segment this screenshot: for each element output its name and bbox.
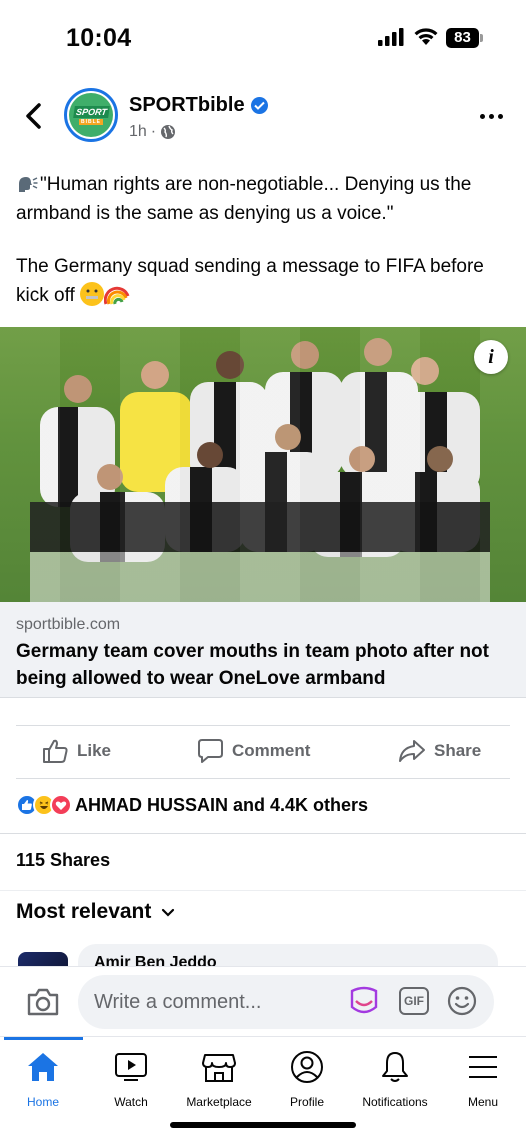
globe-icon [161,125,176,139]
nav-watch-label: Watch [114,1095,148,1109]
post-text: "Human rights are non-negotiable... Deny… [16,170,516,334]
speaking-head-icon [19,177,38,192]
home-icon [28,1053,58,1081]
page-avatar[interactable]: SPORT BIBLE [64,88,118,142]
nav-menu-label: Menu [467,1095,499,1109]
reactions-text: AHMAD HUSSAIN and 4.4K others [75,794,369,815]
avatar-logo-text: SPORT [72,105,110,118]
divider [0,833,526,834]
link-title: Germany team cover mouths in team photo … [16,641,489,689]
signal-icon [378,28,404,46]
comment-composer: GIF [0,966,526,1036]
nav-marketplace-label: Marketplace [186,1095,252,1109]
page-name-text: SPORTbible [129,94,245,116]
nav-marketplace[interactable]: Marketplace [174,1049,264,1109]
wifi-icon [414,28,438,45]
nav-home[interactable]: Home [0,1049,88,1109]
bell-icon [382,1052,408,1082]
link-domain: sportbible.com [16,616,121,633]
gif-button[interactable]: GIF [398,985,430,1017]
reactions-summary[interactable]: AHMAD HUSSAIN and 4.4K others [16,794,368,816]
sort-label: Most relevant [16,900,152,923]
avatar-sticker-icon [350,986,378,1014]
post-meta: 1h · [129,123,176,141]
comment-bubble-icon [198,739,223,763]
nav-home-label: Home [26,1095,59,1109]
nav-menu[interactable]: Menu [438,1049,526,1109]
like-label: Like [77,741,112,760]
chevron-down-icon [162,908,175,917]
reaction-icons [16,794,72,816]
gif-icon: GIF [399,987,429,1015]
info-button[interactable]: i [474,340,508,374]
share-button[interactable]: Share [398,738,481,764]
love-reaction-icon [50,794,72,816]
action-bar: Like Comment Share [0,726,526,778]
comment-sort-dropdown[interactable]: Most relevant [16,900,175,924]
camera-icon [27,988,59,1016]
shares-count[interactable]: 115 Shares [16,850,110,871]
emoji-button[interactable] [446,985,478,1017]
like-button[interactable]: Like [42,738,111,764]
storefront-icon [202,1054,236,1082]
avatar-sticker-button[interactable] [348,985,380,1017]
nav-notifications[interactable]: Notifications [350,1049,440,1109]
comment-label: Comment [232,741,311,760]
active-tab-indicator [4,1037,83,1040]
divider [0,890,526,891]
comment-input[interactable] [78,975,494,1029]
thumbs-up-icon [43,739,68,763]
commenter-avatar[interactable] [18,952,68,966]
home-indicator[interactable] [170,1122,356,1128]
hamburger-menu-icon [469,1056,497,1078]
camera-button[interactable] [26,985,60,1019]
link-preview[interactable]: sportbible.com Germany team cover mouths… [0,602,526,698]
rainbow-icon [103,282,130,306]
more-options-button[interactable] [480,110,508,122]
nav-profile-label: Profile [289,1095,324,1109]
post-image[interactable] [0,327,526,602]
post-quote: "Human rights are non-negotiable... Deny… [16,174,472,224]
back-button[interactable] [18,98,48,134]
battery-icon: 83 [446,28,484,48]
comment-button[interactable]: Comment [197,738,310,764]
zipper-mouth-face-icon [80,282,105,306]
avatar-logo-subtext: BIBLE [79,118,103,125]
verified-badge-icon [250,97,268,114]
profile-icon [291,1051,323,1083]
video-play-icon [115,1053,147,1081]
status-bar: 10:04 83 [0,0,526,80]
nav-watch[interactable]: Watch [86,1049,176,1109]
page-name[interactable]: SPORTbible [129,94,268,117]
share-arrow-icon [399,740,425,762]
share-label: Share [434,741,482,760]
nav-profile[interactable]: Profile [262,1049,352,1109]
status-time: 10:04 [66,24,132,52]
comment-author[interactable]: Amir Ben Jeddo [94,954,217,966]
battery-level: 83 [454,29,471,46]
smiley-icon [447,986,477,1016]
nav-notifications-label: Notifications [362,1095,428,1109]
chevron-left-icon [26,103,41,129]
comment-preview[interactable]: Amir Ben Jeddo [0,940,526,966]
divider [16,778,510,779]
post-time: 1h [129,123,147,140]
